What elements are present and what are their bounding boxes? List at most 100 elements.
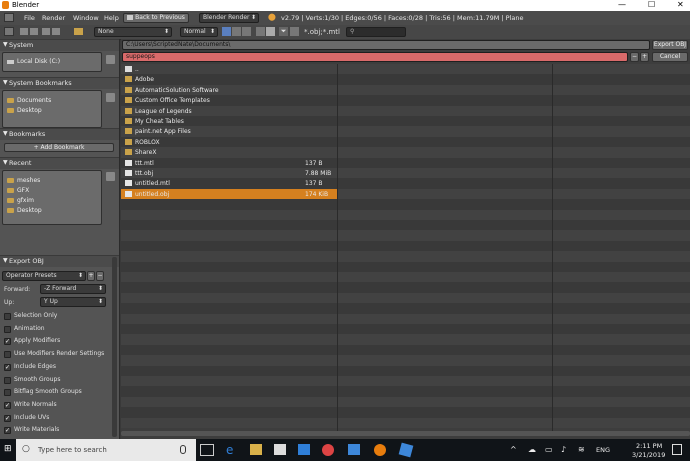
delete-recent-icon[interactable] — [106, 172, 115, 181]
checkbox[interactable]: ✓ — [4, 401, 11, 409]
clock-date[interactable]: 3/21/2019 — [632, 451, 665, 459]
file-row[interactable]: untitled.mtl 137 B — [121, 178, 337, 188]
onedrive-icon[interactable]: ☁ — [528, 445, 536, 454]
parent-directory-row[interactable]: .. — [121, 64, 337, 74]
forward-axis-select[interactable]: -Z Forward ⬍ — [40, 284, 106, 294]
sort-select[interactable]: Normal ⬍ — [180, 27, 218, 37]
notifications-icon[interactable] — [672, 444, 682, 455]
refresh-icon[interactable] — [30, 28, 38, 35]
file-row[interactable]: Adobe — [121, 74, 337, 84]
checkbox[interactable] — [4, 376, 11, 384]
checkbox[interactable] — [4, 351, 11, 359]
short-list-icon[interactable] — [222, 27, 231, 36]
file-row[interactable]: ShareX — [121, 147, 337, 157]
cancel-button[interactable]: Cancel — [652, 52, 688, 62]
roblox-taskbar-icon[interactable] — [398, 442, 414, 458]
list-item[interactable]: Desktop — [7, 107, 42, 114]
checkbox[interactable]: ✓ — [4, 427, 11, 435]
up-axis-select[interactable]: Y Up ⬍ — [40, 297, 106, 307]
filter-icon[interactable]: ⏷ — [279, 27, 288, 36]
file-explorer-icon[interactable] — [250, 444, 262, 455]
menu-render[interactable]: Render — [42, 14, 65, 22]
photos-icon[interactable] — [348, 444, 360, 455]
checkbox[interactable]: ✓ — [4, 338, 11, 346]
list-item[interactable]: gfxim — [7, 197, 34, 204]
editor-type-icon[interactable] — [4, 13, 14, 22]
file-row[interactable]: My Cheat Tables — [121, 116, 337, 126]
checkbox[interactable] — [4, 313, 11, 320]
menu-window[interactable]: Window — [73, 14, 99, 22]
store-icon[interactable] — [274, 444, 286, 455]
directory-path-field[interactable]: C:\Users\ScriptedNate\Documents\ — [122, 40, 650, 50]
list-item[interactable]: GFX — [7, 187, 29, 194]
checkbox[interactable]: ✓ — [4, 363, 11, 371]
editor-type-icon[interactable] — [4, 27, 14, 36]
clock-time[interactable]: 2:11 PM — [636, 442, 662, 450]
file-row[interactable]: ttt.obj 7.88 MiB — [121, 168, 337, 178]
render-engine-select[interactable]: Blender Render ⬍ — [199, 13, 259, 23]
mail-icon[interactable] — [298, 444, 310, 455]
list-item[interactable]: Documents — [7, 97, 51, 104]
system-bookmarks-header[interactable]: ▼ System Bookmarks — [0, 77, 119, 89]
checkbox[interactable]: ✓ — [4, 414, 11, 422]
file-row[interactable]: untitled.obj 174 KiB — [121, 188, 337, 200]
display-mode-select[interactable]: None ⬍ — [94, 27, 172, 37]
checkbox[interactable] — [4, 389, 11, 397]
recent-header[interactable]: ▼ Recent — [0, 157, 119, 169]
task-view-icon[interactable] — [200, 444, 214, 456]
maximize-button[interactable]: ☐ — [648, 0, 655, 9]
decrement-button[interactable]: − — [630, 52, 639, 62]
menu-help[interactable]: Help — [104, 14, 119, 22]
export-obj-header[interactable]: ▼ Export OBJ — [0, 255, 119, 267]
chevron-up-icon[interactable]: ^ — [510, 445, 517, 454]
list-item[interactable]: meshes — [7, 177, 40, 184]
file-row[interactable]: ROBLOX — [121, 137, 337, 147]
bookmarks-header[interactable]: ▼ Bookmarks — [0, 128, 119, 140]
blender-taskbar-icon[interactable] — [374, 444, 386, 456]
filename-field[interactable]: suppeops — [122, 52, 628, 62]
remove-preset-button[interactable]: − — [96, 271, 104, 281]
increment-button[interactable]: + — [640, 52, 649, 62]
sort-name-icon[interactable] — [256, 27, 265, 36]
add-preset-button[interactable]: + — [87, 271, 95, 281]
file-row[interactable]: AutomaticSolution Software — [121, 85, 337, 95]
taskbar-search[interactable]: ○ Type here to search — [16, 439, 196, 461]
resize-grip-icon[interactable] — [106, 93, 115, 102]
system-section-header[interactable]: ▼ System — [0, 39, 119, 51]
search-input[interactable]: ⚲ — [346, 27, 406, 37]
file-row[interactable]: Custom Office Templates — [121, 95, 337, 105]
sort-size-icon[interactable] — [266, 27, 275, 36]
new-folder-icon[interactable] — [74, 28, 83, 35]
microphone-icon[interactable] — [180, 445, 186, 454]
windows-start-icon[interactable]: ⊞ — [4, 445, 13, 454]
hidden-files-icon[interactable] — [290, 27, 299, 36]
list-item[interactable]: Desktop — [7, 207, 42, 214]
network-icon[interactable]: ▭ — [545, 445, 553, 454]
minimize-button[interactable]: — — [618, 0, 626, 9]
checkbox[interactable] — [4, 325, 11, 333]
add-bookmark-button[interactable]: + Add Bookmark — [4, 143, 114, 152]
wifi-icon[interactable]: ≋ — [578, 445, 585, 454]
close-button[interactable]: ✕ — [677, 0, 684, 9]
menu-file[interactable]: File — [24, 14, 35, 22]
export-obj-button[interactable]: Export OBJ — [652, 40, 688, 50]
volume-icon[interactable]: ♪ — [561, 445, 566, 454]
file-row[interactable]: League of Legends — [121, 106, 337, 116]
chrome-icon[interactable] — [322, 444, 334, 456]
operator-presets-select[interactable]: Operator Presets ⬍ — [2, 271, 86, 281]
back-to-previous-button[interactable]: Back to Previous — [123, 13, 189, 23]
edge-icon[interactable]: e — [226, 444, 233, 456]
filter-glob[interactable]: *.obj;*.mtl — [304, 28, 340, 36]
language-indicator[interactable]: ENG — [596, 446, 610, 454]
list-item[interactable]: Local Disk (C:) — [7, 58, 60, 65]
long-list-icon[interactable] — [232, 27, 241, 36]
horizontal-scrollbar[interactable] — [121, 431, 690, 436]
resize-grip-icon[interactable] — [106, 55, 115, 64]
parent-dir-icon[interactable] — [20, 28, 28, 35]
thumbnails-icon[interactable] — [242, 27, 251, 36]
next-folder-icon[interactable] — [52, 28, 60, 35]
file-row[interactable]: ttt.mtl 137 B — [121, 158, 337, 168]
sidebar-scrollbar[interactable] — [112, 257, 117, 437]
file-row[interactable]: paint.net App Files — [121, 126, 337, 136]
prev-folder-icon[interactable] — [42, 28, 50, 35]
